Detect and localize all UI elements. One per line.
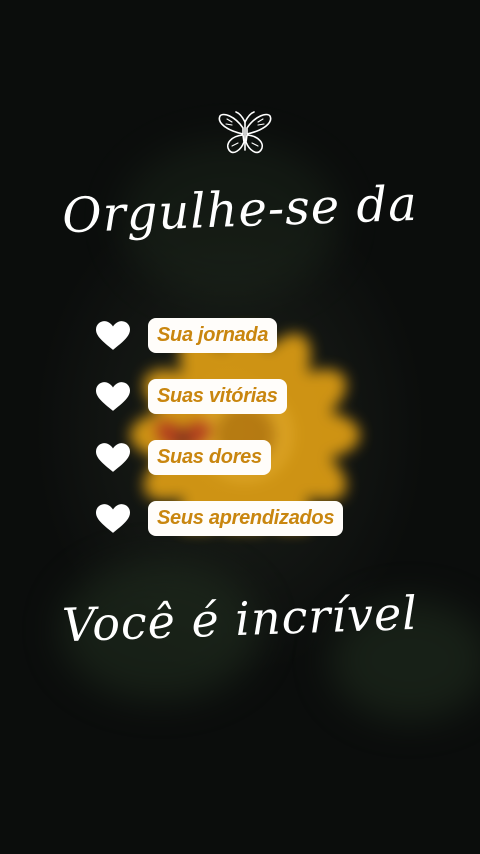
list-item: Sua jornada — [96, 318, 396, 354]
pride-list: Sua jornada Suas vitórias Suas dores Seu… — [96, 318, 396, 562]
heart-icon — [96, 443, 130, 472]
list-item-label: Seus aprendizados — [148, 501, 344, 536]
heart-icon — [96, 321, 130, 350]
heart-icon — [96, 382, 130, 411]
list-item: Seus aprendizados — [96, 501, 396, 537]
list-item-label: Sua jornada — [148, 318, 278, 353]
list-item-label: Suas dores — [148, 440, 271, 475]
headline-top: Orgulhe-se da — [61, 175, 419, 245]
list-item: Suas vitórias — [96, 379, 396, 415]
list-item-label: Suas vitórias — [148, 379, 287, 414]
story-canvas: Orgulhe-se da Sua jornada Suas vitórias … — [0, 0, 480, 854]
list-item: Suas dores — [96, 440, 396, 476]
heart-icon — [96, 504, 130, 533]
butterfly-icon — [218, 111, 272, 154]
